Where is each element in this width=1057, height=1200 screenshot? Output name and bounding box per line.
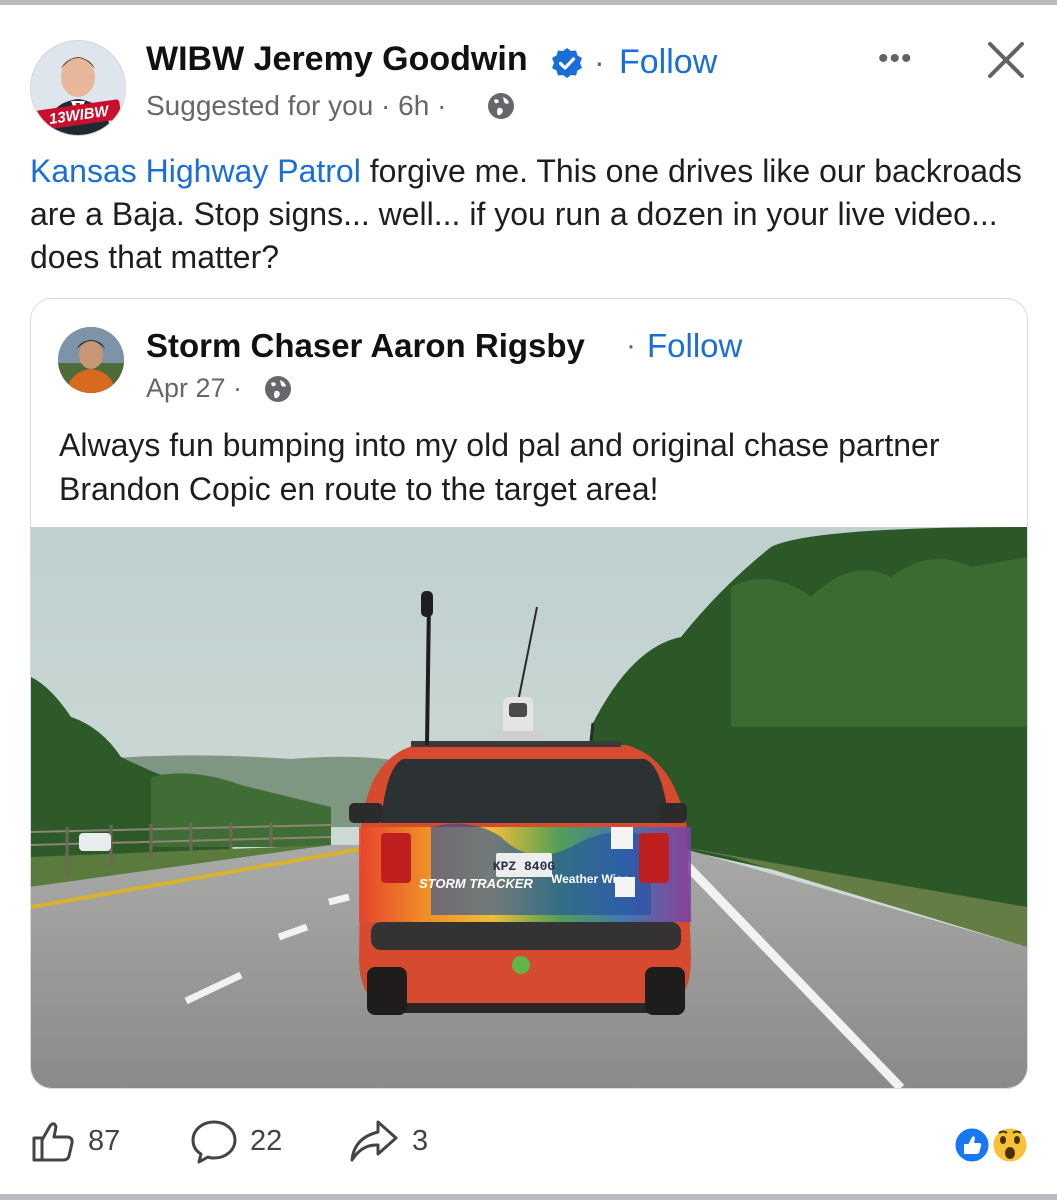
top-divider <box>0 0 1057 5</box>
share-count: 3 <box>412 1124 429 1157</box>
wow-reaction-icon <box>990 1125 1030 1165</box>
shared-follow-button[interactable]: Follow <box>647 327 742 365</box>
globe-icon <box>488 93 514 119</box>
comment-count: 22 <box>250 1124 283 1157</box>
reactions-summary[interactable] <box>952 1124 1032 1166</box>
shared-separator: · <box>626 329 636 362</box>
like-icon <box>32 1122 74 1162</box>
comment-icon <box>191 1120 237 1164</box>
decal-storm-tracker: STORM TRACKER <box>419 876 533 891</box>
header-separator: · <box>594 44 605 80</box>
action-bar: 87 22 3 <box>0 1118 1057 1168</box>
shared-post-text: Always fun bumping into my old pal and o… <box>59 427 940 507</box>
post-text: Kansas Highway Patrol forgive me. This o… <box>30 150 1030 279</box>
license-plate: KPZ 840G <box>493 859 556 874</box>
shared-globe-icon <box>265 376 291 402</box>
like-count: 87 <box>88 1124 121 1157</box>
shared-author-name[interactable]: Storm Chaser Aaron Rigsby <box>146 327 585 365</box>
share-button[interactable]: 3 <box>348 1118 428 1164</box>
follow-button[interactable]: Follow <box>619 43 717 82</box>
share-icon <box>350 1120 398 1162</box>
verified-badge-icon <box>552 48 582 78</box>
post-author-name[interactable]: WIBW Jeremy Goodwin <box>146 40 528 79</box>
comment-button[interactable]: 22 <box>190 1118 282 1164</box>
shared-author-avatar[interactable] <box>58 327 124 393</box>
like-button[interactable]: 87 <box>30 1118 120 1164</box>
like-reaction-icon <box>952 1125 992 1165</box>
close-icon[interactable] <box>984 38 1028 82</box>
bottom-divider <box>0 1194 1057 1200</box>
more-icon[interactable]: ••• <box>878 42 913 76</box>
shared-post-card[interactable]: Storm Chaser Aaron Rigsby · Follow Apr 2… <box>30 298 1028 1089</box>
shared-meta: Apr 27 · <box>146 373 243 403</box>
post-meta: Suggested for you · 6h · <box>146 90 447 121</box>
mention-link[interactable]: Kansas Highway Patrol <box>30 153 361 189</box>
author-avatar[interactable]: 13WIBW <box>30 40 126 136</box>
shared-post-photo[interactable]: KPZ 840G STORM TRACKER Weather Wise <box>31 527 1027 1088</box>
